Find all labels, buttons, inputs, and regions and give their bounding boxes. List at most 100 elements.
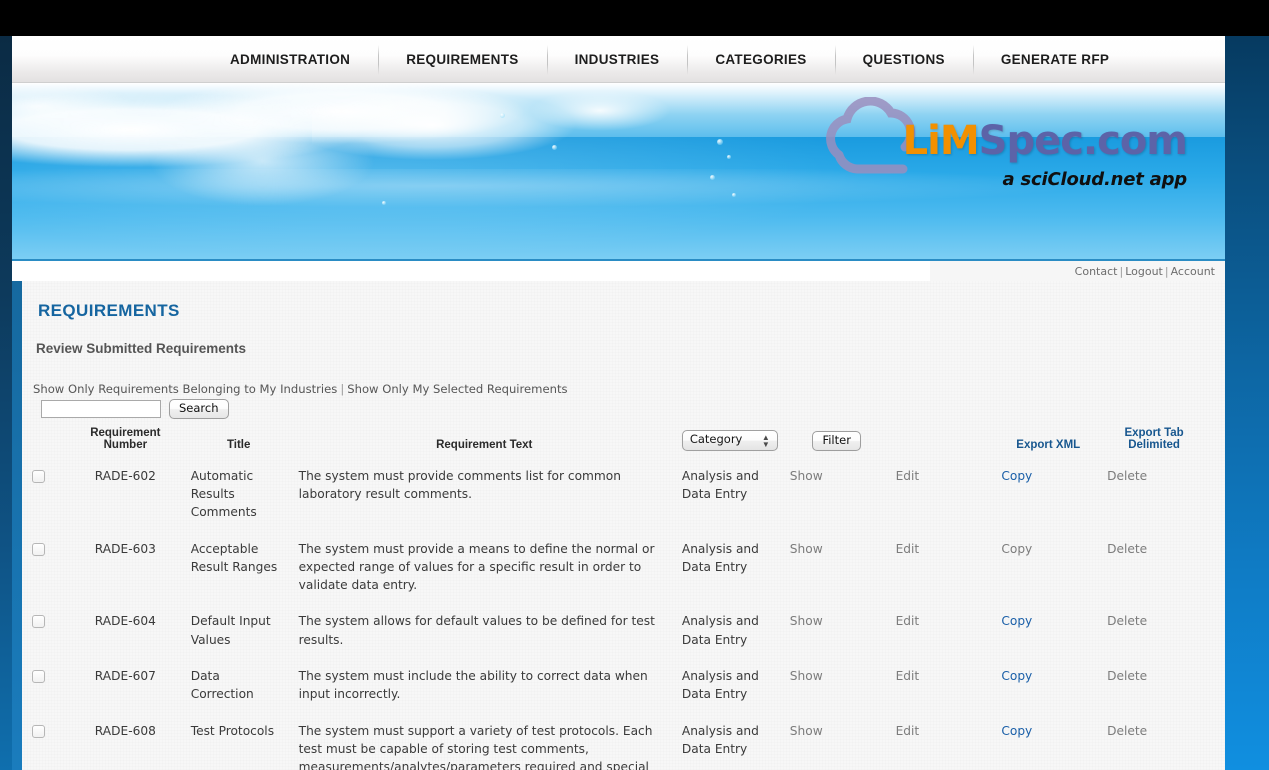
delete-link[interactable]: Delete [1107, 669, 1147, 683]
copy-link[interactable]: Copy [1001, 669, 1032, 683]
search-button[interactable]: Search [169, 399, 229, 419]
bubble-icon [727, 155, 731, 159]
row-show-cell: Show [784, 534, 890, 607]
row-select-cell [12, 461, 66, 534]
row-copy-cell: Copy [995, 716, 1101, 770]
table-row: RADE-608 Test Protocols The system must … [12, 716, 1207, 770]
copy-link[interactable]: Copy [1001, 542, 1032, 556]
table-row: RADE-607 Data Correction The system must… [12, 661, 1207, 716]
row-checkbox[interactable] [32, 615, 46, 629]
nav-requirements[interactable]: REQUIREMENTS [378, 36, 546, 83]
bubble-icon [710, 175, 715, 180]
logo-lim-text: LiM [902, 118, 980, 164]
nav-industries-label: INDUSTRIES [574, 51, 660, 67]
main-navigation: ADMINISTRATION REQUIREMENTS INDUSTRIES C… [12, 36, 1225, 83]
nav-generate-rfp[interactable]: GENERATE RFP [972, 36, 1137, 83]
filter-links-separator: | [340, 382, 345, 396]
row-select-cell [12, 606, 66, 661]
nav-generate-rfp-label: GENERATE RFP [1000, 51, 1110, 67]
site-banner: LiMSpec.com a sciCloud.net app [12, 83, 1225, 261]
row-copy-cell: Copy [995, 661, 1101, 716]
row-requirement-number: RADE-603 [94, 541, 156, 556]
row-checkbox[interactable] [32, 469, 46, 483]
delete-link[interactable]: Delete [1107, 614, 1147, 628]
show-link[interactable]: Show [790, 724, 823, 738]
row-delete-cell: Delete [1101, 461, 1207, 534]
account-links: Contact | Logout | Account [1075, 265, 1215, 278]
category-select[interactable]: Category [681, 430, 778, 451]
delete-link[interactable]: Delete [1107, 724, 1147, 738]
export-xml-link[interactable]: Export XML [995, 423, 1101, 461]
filter-my-selected-link[interactable]: Show Only My Selected Requirements [347, 382, 567, 396]
browser-viewport: ADMINISTRATION REQUIREMENTS INDUSTRIES C… [0, 0, 1269, 770]
site-container: ADMINISTRATION REQUIREMENTS INDUSTRIES C… [12, 36, 1225, 770]
row-category: Analysis and Data Entry [681, 669, 759, 702]
row-show-cell: Show [784, 661, 890, 716]
row-checkbox[interactable] [32, 542, 46, 556]
show-link[interactable]: Show [790, 614, 823, 628]
bubble-icon [732, 193, 736, 197]
table-row: RADE-604 Default Input Values The system… [12, 606, 1207, 661]
row-category: Analysis and Data Entry [681, 541, 759, 574]
page-title: REQUIREMENTS [38, 301, 180, 320]
row-checkbox[interactable] [32, 670, 46, 684]
header-requirement-text: Requirement Text [436, 438, 533, 451]
banner-wave-crest [312, 89, 712, 179]
category-select-wrapper: Category ▲ ▼ [681, 430, 778, 451]
bubble-icon [500, 113, 505, 118]
nav-administration[interactable]: ADMINISTRATION [202, 36, 378, 83]
edit-link[interactable]: Edit [896, 669, 920, 683]
export-tab-delimited-link[interactable]: Export Tab Delimited [1101, 423, 1207, 461]
show-link[interactable]: Show [790, 669, 823, 683]
table-header-row: Requirement Number Title Requirement Tex… [12, 423, 1207, 461]
requirements-table-head: Requirement Number Title Requirement Tex… [12, 423, 1207, 461]
row-checkbox[interactable] [32, 724, 46, 738]
copy-link[interactable]: Copy [1001, 469, 1032, 483]
header-select-column [12, 423, 66, 461]
row-copy-cell: Copy [995, 534, 1101, 607]
row-requirement-number: RADE-607 [94, 669, 156, 684]
row-requirement-text: The system must support a variety of tes… [298, 723, 653, 770]
nav-requirements-label: REQUIREMENTS [406, 51, 519, 67]
row-requirement-number: RADE-604 [94, 614, 156, 629]
nav-industries[interactable]: INDUSTRIES [546, 36, 688, 83]
nav-questions[interactable]: QUESTIONS [834, 36, 973, 83]
delete-link[interactable]: Delete [1107, 469, 1147, 483]
nav-categories[interactable]: CATEGORIES [687, 36, 834, 83]
nav-categories-label: CATEGORIES [715, 51, 807, 67]
row-edit-cell: Edit [890, 461, 996, 534]
main-content: REQUIREMENTS Review Submitted Requiremen… [12, 281, 1225, 770]
section-title-text: Review Submitted Requirements [36, 341, 247, 356]
edit-link[interactable]: Edit [896, 469, 920, 483]
edit-link[interactable]: Edit [896, 542, 920, 556]
row-edit-cell: Edit [890, 606, 996, 661]
delete-link[interactable]: Delete [1107, 542, 1147, 556]
edit-link[interactable]: Edit [896, 724, 920, 738]
row-title: Data Correction [190, 669, 254, 702]
copy-link[interactable]: Copy [1001, 724, 1032, 738]
row-select-cell [12, 534, 66, 607]
contact-link[interactable]: Contact [1075, 265, 1118, 278]
show-link[interactable]: Show [790, 542, 823, 556]
bubble-icon [382, 201, 386, 205]
section-title: Review Submitted Requirements [12, 321, 1225, 356]
edit-link[interactable]: Edit [896, 614, 920, 628]
search-row: Search [12, 396, 1225, 419]
row-requirement-number: RADE-602 [94, 468, 156, 483]
site-logo[interactable]: LiMSpec.com a sciCloud.net app [825, 97, 1188, 190]
account-link[interactable]: Account [1171, 265, 1215, 278]
filter-button[interactable]: Filter [812, 431, 861, 451]
logo-tagline: a sciCloud.net app [1002, 169, 1188, 190]
search-input[interactable] [41, 399, 161, 418]
bubble-icon [552, 145, 557, 150]
filter-my-industries-link[interactable]: Show Only Requirements Belonging to My I… [33, 382, 337, 396]
copy-link[interactable]: Copy [1001, 614, 1032, 628]
header-category-filter: Category ▲ ▼ [676, 423, 784, 461]
logout-link[interactable]: Logout [1125, 265, 1163, 278]
show-link[interactable]: Show [790, 469, 823, 483]
row-title: Acceptable Result Ranges [190, 541, 278, 574]
account-separator-2: | [1164, 264, 1169, 278]
row-copy-cell: Copy [995, 606, 1101, 661]
row-copy-cell: Copy [995, 461, 1101, 534]
row-delete-cell: Delete [1101, 534, 1207, 607]
